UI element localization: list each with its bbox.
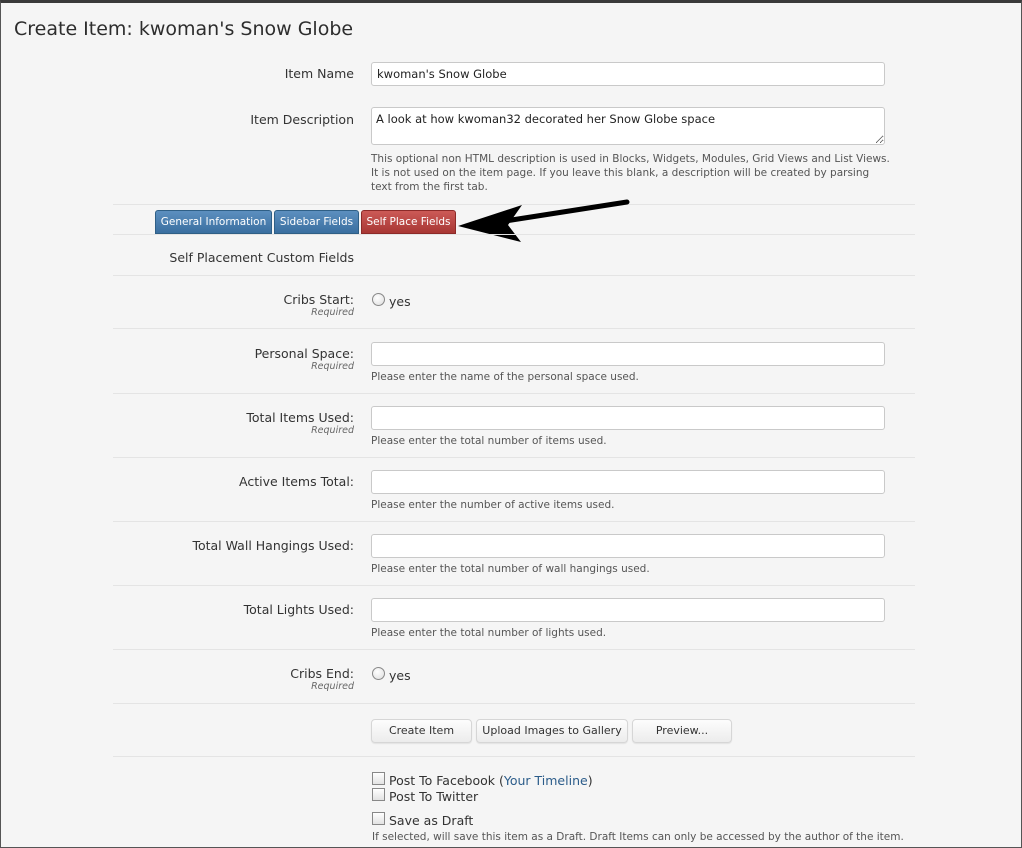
- total-wall-hangings-hint: Please enter the total number of wall ha…: [371, 563, 650, 575]
- cribs-start-label: Cribs Start:: [283, 292, 354, 307]
- personal-space-label: Personal Space:: [254, 346, 354, 361]
- required-text: Required: [311, 681, 354, 692]
- divider: [113, 457, 915, 458]
- divider: [113, 703, 915, 704]
- upload-images-button[interactable]: Upload Images to Gallery: [476, 719, 628, 743]
- cribs-end-label: Cribs End:: [290, 666, 354, 681]
- total-lights-used-hint: Please enter the total number of lights …: [371, 627, 607, 639]
- total-wall-hangings-label: Total Wall Hangings Used:: [192, 538, 354, 553]
- total-wall-hangings-input[interactable]: [371, 534, 885, 558]
- cribs-start-radio[interactable]: [372, 293, 385, 306]
- total-items-used-input[interactable]: [371, 406, 885, 430]
- total-items-used-label: Total Items Used:: [246, 410, 354, 425]
- personal-space-input[interactable]: [371, 342, 885, 366]
- required-text: Required: [311, 307, 354, 318]
- total-lights-used-label: Total Lights Used:: [243, 602, 354, 617]
- divider: [113, 234, 915, 235]
- save-as-draft-hint: If selected, will save this item as a Dr…: [372, 831, 904, 843]
- item-description-hint: This optional non HTML description is us…: [371, 153, 890, 193]
- cribs-start-option-label: yes: [389, 294, 411, 309]
- preview-button[interactable]: Preview...: [632, 719, 732, 743]
- divider: [113, 328, 915, 329]
- post-to-facebook-checkbox[interactable]: [372, 772, 385, 785]
- cribs-end-option-label: yes: [389, 668, 411, 683]
- active-items-total-label: Active Items Total:: [239, 474, 354, 489]
- save-as-draft-checkbox[interactable]: [372, 812, 385, 825]
- tab-general-information[interactable]: General Information: [155, 210, 272, 234]
- total-items-used-hint: Please enter the total number of items u…: [371, 435, 607, 447]
- item-description-label: Item Description: [250, 112, 354, 127]
- cribs-end-radio[interactable]: [372, 667, 385, 680]
- save-as-draft-label: Save as Draft: [389, 813, 474, 828]
- divider: [113, 521, 915, 522]
- total-lights-used-input[interactable]: [371, 598, 885, 622]
- divider: [113, 275, 915, 276]
- item-description-textarea[interactable]: A look at how kwoman32 decorated her Sno…: [371, 107, 885, 145]
- divider: [113, 649, 915, 650]
- tab-self-place-fields[interactable]: Self Place Fields: [361, 210, 456, 234]
- post-to-facebook-label: Post To Facebook (Your Timeline): [389, 773, 593, 788]
- your-timeline-link[interactable]: Your Timeline: [504, 773, 588, 788]
- item-name-label: Item Name: [284, 66, 354, 81]
- tab-sidebar-fields[interactable]: Sidebar Fields: [274, 210, 359, 234]
- personal-space-hint: Please enter the name of the personal sp…: [371, 371, 639, 383]
- arrow-left-icon: [458, 199, 630, 242]
- item-name-input[interactable]: [371, 62, 885, 86]
- facebook-label-text: Post To Facebook: [389, 773, 495, 788]
- section-heading: Self Placement Custom Fields: [169, 250, 354, 265]
- post-to-twitter-checkbox[interactable]: [372, 788, 385, 801]
- facebook-link-close: ): [587, 773, 593, 788]
- window-frame: Create Item: kwoman's Snow Globe Item Na…: [0, 0, 1022, 848]
- page-title: Create Item: kwoman's Snow Globe: [14, 18, 354, 40]
- divider: [113, 393, 915, 394]
- create-item-button[interactable]: Create Item: [371, 719, 472, 743]
- active-items-total-input[interactable]: [371, 470, 885, 494]
- required-text: Required: [311, 361, 354, 372]
- divider: [113, 756, 915, 757]
- post-to-twitter-label: Post To Twitter: [389, 789, 479, 804]
- divider: [113, 585, 915, 586]
- required-text: Required: [311, 425, 354, 436]
- active-items-total-hint: Please enter the number of active items …: [371, 499, 615, 511]
